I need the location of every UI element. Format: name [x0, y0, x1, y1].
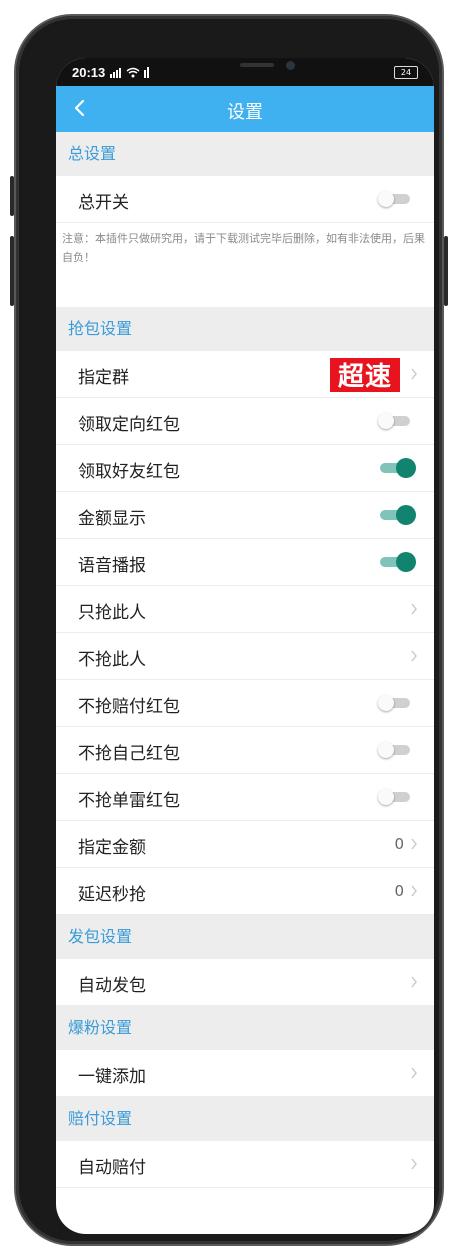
section-header-fans: 爆粉设置 [56, 1006, 434, 1050]
notch [220, 58, 338, 84]
chevron-right-icon [411, 1158, 417, 1170]
toggle-switch[interactable] [378, 695, 412, 711]
toggle-switch[interactable] [378, 552, 416, 572]
pay-settings-list: 自动赔付 [56, 1141, 434, 1188]
toggle-switch[interactable] [378, 505, 416, 525]
toggle-switch[interactable] [378, 742, 412, 758]
settings-row[interactable]: 不抢赔付红包 [56, 680, 434, 727]
row-label: 自动发包 [78, 976, 146, 996]
toggle-switch[interactable] [378, 458, 416, 478]
settings-row[interactable]: 领取定向红包 [56, 398, 434, 445]
volume-button [10, 236, 14, 306]
settings-row[interactable]: 不抢单雷红包 [56, 774, 434, 821]
chevron-right-icon [411, 368, 417, 380]
chevron-right-icon [411, 650, 417, 662]
row-label: 语音播报 [78, 556, 146, 576]
phone-frame: 20:13 24 设置 总设置 总开关 注意：本插件只做研究用，请于下载测试完毕… [10, 16, 448, 1244]
section-header-pay: 赔付设置 [56, 1097, 434, 1141]
chevron-right-icon [411, 603, 417, 615]
signal-icon [110, 66, 160, 81]
row-label: 领取好友红包 [78, 462, 180, 482]
master-switch-toggle[interactable] [378, 191, 412, 207]
fans-settings-list: 一键添加 [56, 1050, 434, 1097]
status-time: 20:13 [72, 65, 106, 80]
row-label: 总开关 [78, 193, 129, 213]
settings-row[interactable]: 一键添加 [56, 1050, 434, 1097]
row-value: 0 [394, 835, 404, 853]
settings-row[interactable]: 只抢此人 [56, 586, 434, 633]
settings-row[interactable]: 不抢此人 [56, 633, 434, 680]
page-title: 设置 [227, 102, 263, 123]
chevron-right-icon [411, 976, 417, 988]
speaker-icon [240, 63, 274, 67]
row-label: 不抢赔付红包 [78, 697, 180, 717]
settings-row[interactable]: 金额显示 [56, 492, 434, 539]
row-label: 金额显示 [78, 509, 146, 529]
row-label: 只抢此人 [78, 603, 146, 623]
battery-icon: 24 [394, 66, 418, 79]
row-label: 不抢此人 [78, 650, 146, 670]
chevron-right-icon [411, 838, 417, 850]
row-value: 0 [394, 882, 404, 900]
section-header-send: 发包设置 [56, 915, 434, 959]
disclaimer-text: 注意：本插件只做研究用，请于下载测试完毕后删除，如有非法使用，后果自负！ [56, 222, 434, 307]
settings-row[interactable]: 指定金额 0 [56, 821, 434, 868]
section-header-general: 总设置 [56, 132, 434, 176]
toggle-switch[interactable] [378, 413, 412, 429]
chevron-right-icon [411, 1067, 417, 1079]
send-settings-list: 自动发包 [56, 959, 434, 1006]
row-label: 延迟秒抢 [78, 885, 146, 905]
row-label: 不抢单雷红包 [78, 791, 180, 811]
row-label: 不抢自己红包 [78, 744, 180, 764]
settings-list: 总设置 总开关 注意：本插件只做研究用，请于下载测试完毕后删除，如有非法使用，后… [56, 132, 434, 1188]
row-label: 领取定向红包 [78, 415, 180, 435]
row-label: 自动赔付 [78, 1158, 146, 1178]
toggle-switch[interactable] [378, 789, 412, 805]
speed-badge: 超速 [328, 356, 402, 394]
settings-row[interactable]: 自动发包 [56, 959, 434, 1006]
grab-settings-list: 指定群 超速领取定向红包 领取好友红包 金额显示语音播报只抢此人不抢此人不抢赔付红包不… [56, 351, 434, 915]
volume-button [10, 176, 14, 216]
row-label: 指定群 [78, 368, 129, 388]
settings-row[interactable]: 指定群 超速 [56, 351, 434, 398]
settings-row[interactable]: 领取好友红包 [56, 445, 434, 492]
section-header-grab: 抢包设置 [56, 307, 434, 351]
power-button [444, 236, 448, 306]
row-master-switch[interactable]: 总开关 [56, 176, 434, 222]
row-label: 一键添加 [78, 1067, 146, 1087]
chevron-right-icon [411, 885, 417, 897]
settings-row[interactable]: 不抢自己红包 [56, 727, 434, 774]
row-label: 指定金额 [78, 838, 146, 858]
camera-icon [286, 61, 295, 70]
settings-row[interactable]: 自动赔付 [56, 1141, 434, 1188]
settings-row[interactable]: 延迟秒抢 0 [56, 868, 434, 915]
screen: 20:13 24 设置 总设置 总开关 注意：本插件只做研究用，请于下载测试完毕… [56, 58, 434, 1234]
settings-row[interactable]: 语音播报 [56, 539, 434, 586]
nav-bar: 设置 [56, 86, 434, 132]
